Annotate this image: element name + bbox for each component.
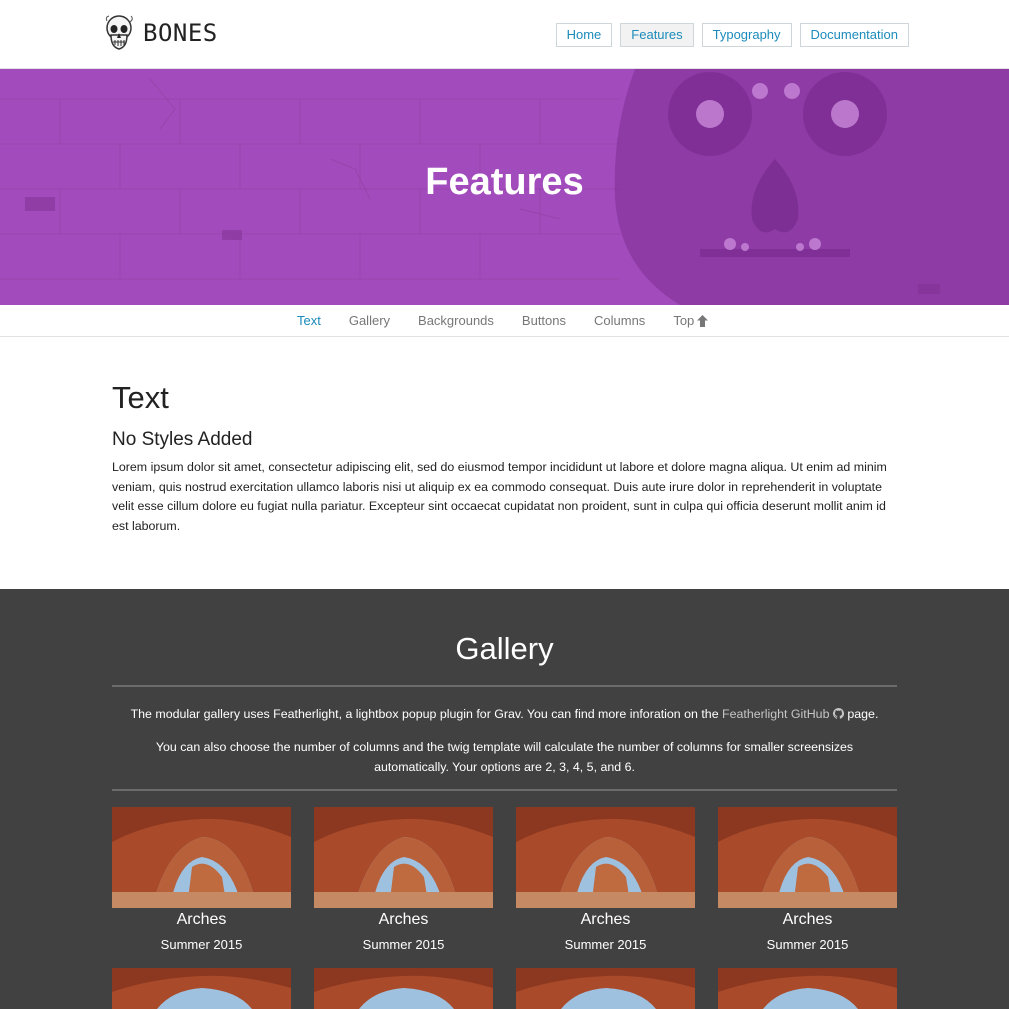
arches-thumbnail: [314, 807, 493, 908]
section-link-top[interactable]: Top: [673, 313, 709, 328]
github-icon: [832, 707, 845, 719]
gallery-item-title: Arches: [782, 911, 833, 928]
gallery-item[interactable]: [718, 968, 897, 1009]
gallery-bottom-divider: [112, 789, 897, 791]
featherlight-link-text: Featherlight GitHub: [722, 707, 830, 721]
gallery-intro-end: page.: [843, 707, 879, 721]
nav-documentation-button[interactable]: Documentation: [799, 23, 909, 47]
gallery-item-subtitle: Summer 2015: [362, 937, 445, 952]
gallery-item[interactable]: Arches Summer 2015: [112, 807, 291, 952]
gallery-section: Gallery The modular gallery uses Feather…: [0, 589, 1009, 1009]
nav-features-button[interactable]: Features: [620, 23, 694, 47]
text-section-subtitle: No Styles Added: [112, 429, 253, 450]
featherlight-github-link[interactable]: Featherlight GitHub: [722, 707, 845, 721]
gallery-item[interactable]: Arches Summer 2015: [516, 807, 695, 952]
hero-title: Features: [425, 161, 584, 203]
gallery-item-subtitle: Summer 2015: [766, 937, 849, 952]
site-header: BONES Home Features Typography Documenta…: [0, 0, 1009, 69]
text-section-title: Text: [112, 380, 169, 415]
text-section: Text No Styles Added Lorem ipsum dolor s…: [112, 380, 898, 537]
top-label: Top: [673, 313, 695, 328]
arches-thumbnail: [516, 968, 695, 1009]
main-nav: Home Features Typography Documentation: [555, 23, 909, 47]
logo-text: BONES: [143, 19, 218, 47]
section-link-backgrounds[interactable]: Backgrounds: [418, 313, 494, 328]
hero-banner: Features: [0, 69, 1009, 305]
section-link-columns[interactable]: Columns: [594, 313, 645, 328]
logo[interactable]: BONES: [103, 13, 218, 53]
arches-thumbnail: [112, 968, 291, 1009]
gallery-item-title: Arches: [580, 911, 631, 928]
arrow-up-icon: [697, 314, 709, 327]
nav-home-button[interactable]: Home: [555, 23, 613, 47]
section-link-text[interactable]: Text: [297, 313, 321, 328]
gallery-item[interactable]: Arches Summer 2015: [718, 807, 897, 952]
arches-thumbnail: [314, 968, 493, 1009]
gallery-item-title: Arches: [176, 911, 227, 928]
gallery-intro: The modular gallery uses Featherlight, a…: [112, 705, 897, 723]
section-link-gallery[interactable]: Gallery: [349, 313, 390, 328]
arches-thumbnail: [112, 807, 291, 908]
gallery-item-title: Arches: [378, 911, 429, 928]
section-nav: Text Gallery Backgrounds Buttons Columns…: [0, 305, 1009, 337]
gallery-title: Gallery: [455, 631, 554, 666]
gallery-item[interactable]: [516, 968, 695, 1009]
gallery-top-divider: [112, 685, 897, 687]
arches-thumbnail: [718, 968, 897, 1009]
gallery-item-subtitle: Summer 2015: [564, 937, 647, 952]
section-link-buttons[interactable]: Buttons: [522, 313, 566, 328]
arches-thumbnail: [718, 807, 897, 908]
gallery-item[interactable]: [112, 968, 291, 1009]
gallery-item[interactable]: Arches Summer 2015: [314, 807, 493, 952]
gallery-item[interactable]: [314, 968, 493, 1009]
arches-thumbnail: [516, 807, 695, 908]
text-section-body: Lorem ipsum dolor sit amet, consectetur …: [112, 460, 887, 534]
gallery-item-subtitle: Summer 2015: [160, 937, 243, 952]
gallery-options-text: You can also choose the number of column…: [155, 740, 854, 774]
nav-typography-button[interactable]: Typography: [701, 23, 792, 47]
gallery-intro-text: The modular gallery uses Featherlight, a…: [130, 707, 723, 721]
skull-icon: [105, 15, 133, 50]
